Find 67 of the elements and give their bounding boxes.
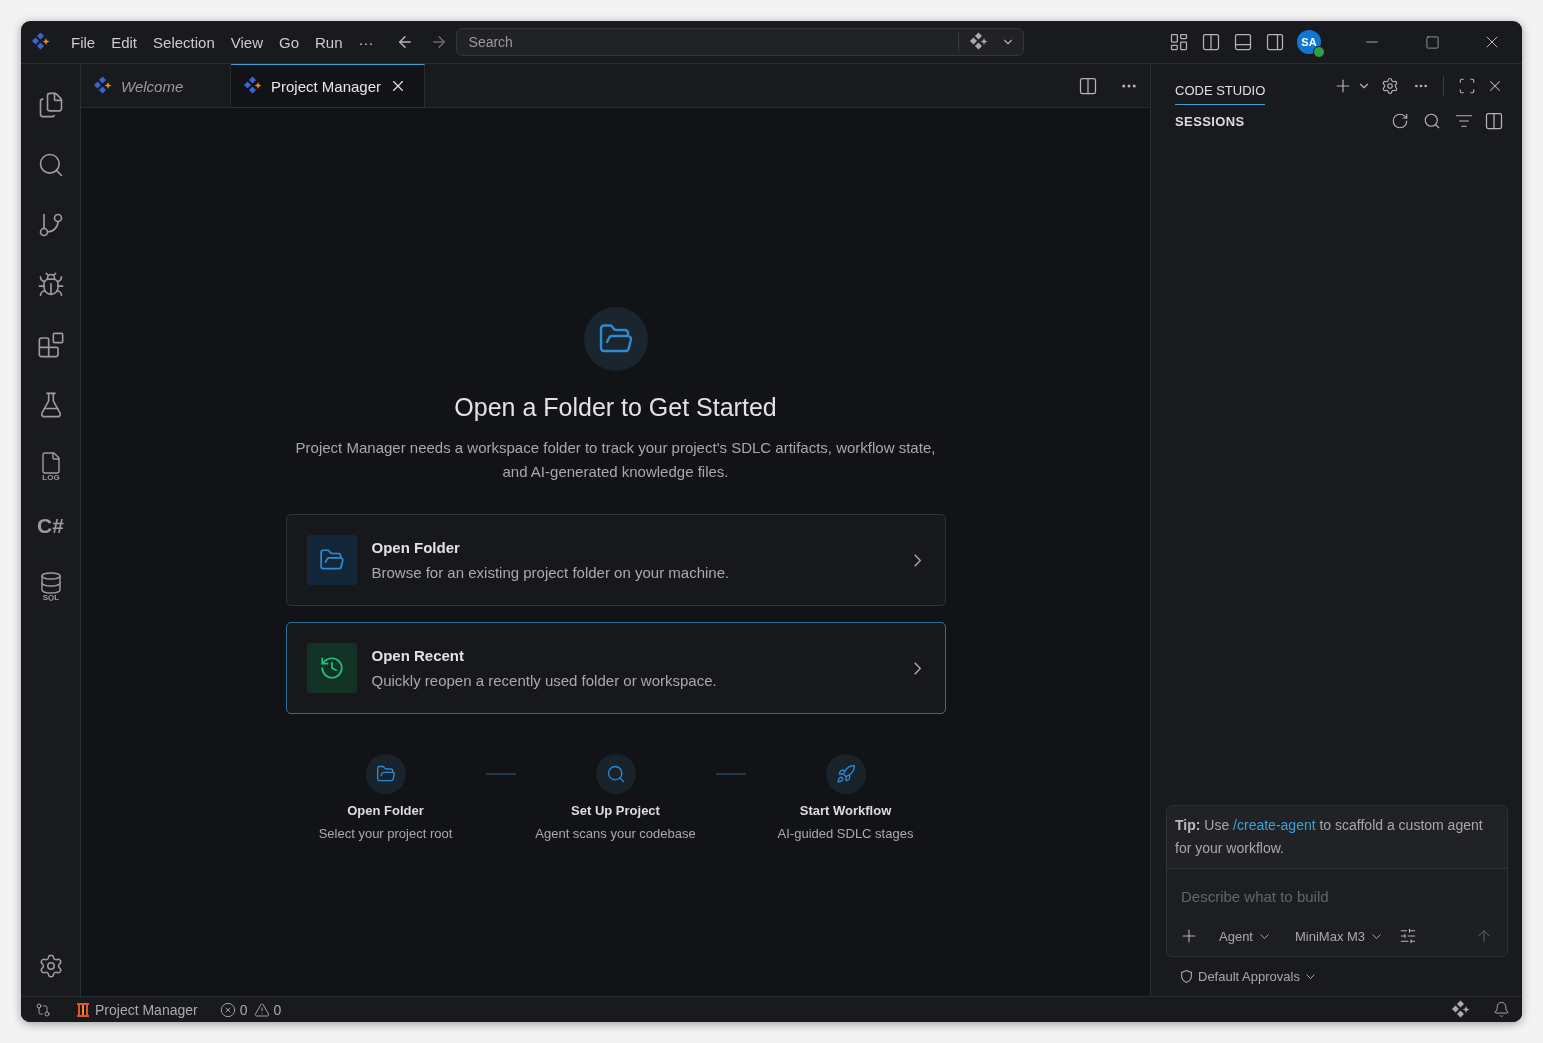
menu-item[interactable]: Selection bbox=[145, 33, 223, 51]
mode-dropdown[interactable]: Agent bbox=[1219, 928, 1269, 944]
card-title: Open Folder bbox=[371, 539, 461, 556]
command-link[interactable]: /create-agent bbox=[1233, 817, 1316, 833]
menu-item[interactable]: Go bbox=[271, 33, 307, 51]
card-description: Quickly reopen a recently used folder or workspace. bbox=[371, 672, 718, 689]
description: Project Manager needs a workspace folder to track your project's SDLC artifacts, workflow state, and AI-generated knowledge files. bbox=[294, 438, 937, 482]
heading: Open a Folder to Get Started bbox=[454, 393, 777, 422]
secondary-sidebar-icon[interactable] bbox=[1265, 32, 1285, 52]
action-card[interactable]: Open Recent Quickly reopen a recently used folder or workspace. bbox=[285, 622, 946, 714]
project-label[interactable]: Project Manager bbox=[95, 1001, 198, 1018]
panel-tab[interactable]: CODE STUDIO bbox=[1175, 76, 1266, 105]
menu-item[interactable]: Edit bbox=[103, 33, 146, 51]
search-icon bbox=[595, 754, 636, 794]
shield-icon bbox=[1181, 970, 1192, 983]
step-title: Start Workflow bbox=[799, 803, 892, 818]
prompt-field[interactable]: Describe what to build bbox=[1179, 887, 1495, 906]
rocket-icon bbox=[825, 754, 866, 794]
menu-item[interactable]: Run bbox=[307, 33, 351, 51]
section-title: SESSIONS bbox=[1175, 113, 1245, 129]
chevron-right-icon bbox=[913, 553, 921, 567]
filter-icon[interactable] bbox=[1455, 112, 1473, 130]
folder-icon bbox=[365, 754, 406, 794]
panel-toggle-icon[interactable] bbox=[1484, 111, 1504, 131]
folder-icon bbox=[306, 535, 357, 585]
expand-icon[interactable] bbox=[1458, 76, 1476, 95]
csharp-icon[interactable]: C# bbox=[37, 496, 64, 556]
chevron-right-icon bbox=[913, 661, 921, 675]
remote-icon[interactable] bbox=[35, 1001, 51, 1018]
app-logo-icon bbox=[243, 76, 263, 96]
warning-count[interactable]: 0 bbox=[253, 1001, 282, 1018]
app-logo-icon bbox=[31, 32, 51, 52]
action-card[interactable]: Open Folder Browse for an existing project folder on your machine. bbox=[285, 514, 946, 606]
chevron-down-icon bbox=[1372, 933, 1382, 939]
card-title: Open Recent bbox=[371, 647, 466, 664]
menu-item[interactable]: View bbox=[222, 33, 271, 51]
menu-item[interactable]: ··· bbox=[350, 33, 382, 51]
bell-icon[interactable] bbox=[1493, 1001, 1510, 1018]
project-icon[interactable] bbox=[77, 1002, 89, 1017]
maximize-icon[interactable] bbox=[1425, 34, 1440, 50]
step-title: Set Up Project bbox=[571, 803, 660, 818]
split-editor-icon[interactable] bbox=[1078, 75, 1098, 96]
sidebar-toggle-icon[interactable] bbox=[1201, 32, 1221, 52]
error-count[interactable]: 0 bbox=[219, 1001, 248, 1018]
refresh-icon[interactable] bbox=[1391, 112, 1409, 130]
editor-tab[interactable]: Project Manager bbox=[231, 64, 425, 107]
step-description: Agent scans your codebase bbox=[535, 826, 696, 841]
step-description: AI-guided SDLC stages bbox=[777, 826, 914, 841]
panel-toggle-icon[interactable] bbox=[1233, 32, 1253, 52]
approvals-dropdown[interactable]: Default Approvals bbox=[1181, 969, 1522, 984]
layout-icon[interactable] bbox=[1169, 32, 1189, 52]
menu-item[interactable]: File bbox=[63, 33, 104, 51]
app-logo-icon bbox=[93, 76, 113, 96]
card-description: Browse for an existing project folder on your machine. bbox=[371, 564, 731, 581]
chevron-down-icon bbox=[1260, 933, 1269, 939]
settings-icon[interactable] bbox=[1381, 76, 1399, 95]
model-dropdown[interactable]: MiniMax M3 bbox=[1295, 928, 1382, 944]
search-field[interactable]: Search bbox=[455, 28, 1024, 56]
sparkle-icon[interactable] bbox=[1451, 999, 1471, 1020]
step-description: Select your project root bbox=[318, 826, 453, 841]
search-icon[interactable] bbox=[1423, 112, 1441, 130]
tip-text: Tip: Use /create-agent to scaffold a custom agent for your workflow. bbox=[1167, 806, 1507, 869]
sliders-icon[interactable] bbox=[1399, 927, 1418, 945]
chevron-down-icon bbox=[1305, 974, 1315, 979]
sparkle-icon[interactable] bbox=[968, 32, 989, 52]
step-title: Open Folder bbox=[347, 803, 424, 818]
history-icon bbox=[306, 643, 357, 693]
